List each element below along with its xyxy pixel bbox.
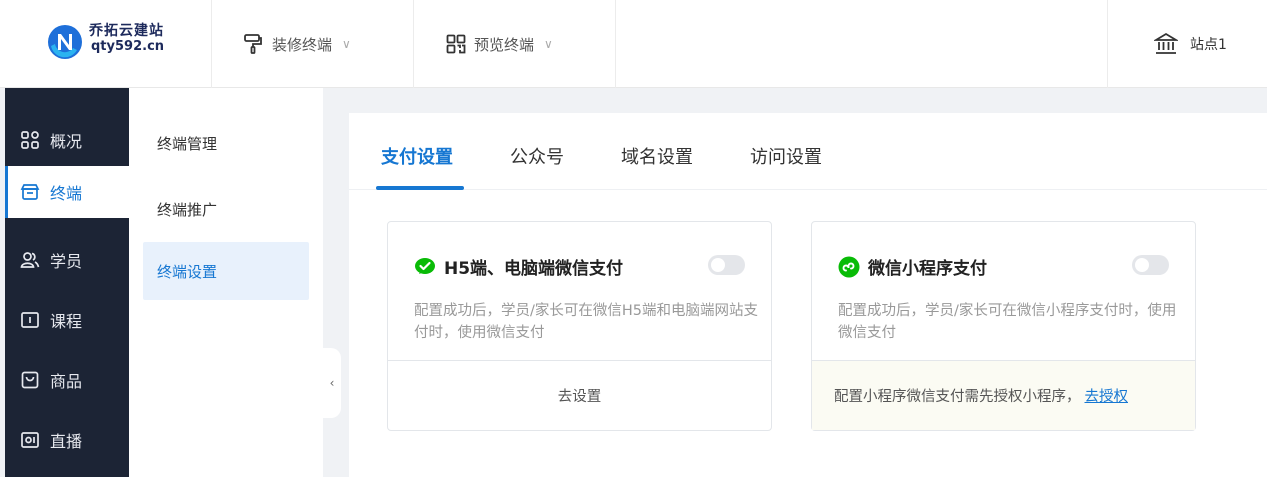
go-setup-button[interactable]: 去设置	[558, 385, 602, 406]
topnav-decorate-label: 装修终端	[272, 35, 333, 54]
brand-logo[interactable]: 乔拓云建站 qty592.cn	[0, 0, 212, 88]
subnav-item-terminal-promote[interactable]: 终端推广	[143, 180, 309, 238]
sub-sidebar: 终端管理 终端推广 终端设置	[129, 88, 323, 477]
topnav-decorate-terminal[interactable]: 装修终端 ∨	[212, 0, 414, 88]
authorize-link[interactable]: 去授权	[1085, 385, 1129, 406]
subnav-item-label: 终端推广	[157, 200, 218, 219]
h5-pay-toggle[interactable]	[708, 255, 745, 275]
miniprogram-pay-toggle[interactable]	[1132, 255, 1169, 275]
sidebar-item-label: 直播	[50, 432, 83, 451]
bank-icon	[1154, 32, 1178, 54]
brand-name: 乔拓云建站	[89, 23, 164, 39]
card-description: 配置成功后，学员/家长可在微信小程序支付时，使用微信支付	[838, 303, 1177, 341]
bag-icon	[21, 371, 39, 389]
card-title: H5端、电脑端微信支付	[414, 254, 623, 279]
miniprogram-icon	[838, 256, 860, 277]
sidebar-item-label: 终端	[50, 184, 83, 203]
card-title-text: H5端、电脑端微信支付	[444, 259, 624, 279]
miniprogram-pay-card: 微信小程序支付 配置成功后，学员/家长可在微信小程序支付时，使用微信支付 配置小…	[811, 221, 1196, 431]
brand-domain: qty592.cn	[91, 39, 165, 54]
h5-wechat-pay-card: H5端、电脑端微信支付 配置成功后，学员/家长可在微信H5端和电脑端网站支付时，…	[387, 221, 772, 431]
tab-official-account[interactable]: 公众号	[510, 143, 564, 169]
logo-icon	[48, 25, 82, 59]
settings-panel: 支付设置 公众号 域名设置 访问设置 H5端、电脑端微信支付 配置成功后，学员/…	[349, 113, 1267, 477]
grid-icon	[21, 131, 39, 149]
users-icon	[20, 252, 40, 268]
sidebar-item-label: 学员	[50, 252, 83, 271]
card-description: 配置成功后，学员/家长可在微信H5端和电脑端网站支付时，使用微信支付	[414, 303, 759, 341]
card-footer-notice: 配置小程序微信支付需先授权小程序， 去授权	[812, 360, 1195, 430]
sidebar-item-label: 概况	[50, 132, 83, 151]
sidebar-item-overview[interactable]: 概况	[5, 114, 129, 166]
settings-tabs: 支付设置 公众号 域名设置 访问设置	[349, 113, 1267, 190]
collapse-sidebar-button[interactable]: ‹	[323, 348, 341, 418]
top-bar: 乔拓云建站 qty592.cn 装修终端 ∨ 预览终端 ∨ 站点1	[0, 0, 1267, 88]
sidebar-item-courses[interactable]: 课程	[5, 294, 129, 346]
authorize-notice-text: 配置小程序微信支付需先授权小程序，	[834, 389, 1081, 405]
wechat-pay-icon	[415, 257, 435, 274]
paint-roller-icon	[244, 34, 262, 54]
site-label: 站点1	[1190, 37, 1227, 53]
tab-domain-settings[interactable]: 域名设置	[621, 143, 693, 169]
tab-access-settings[interactable]: 访问设置	[750, 143, 822, 169]
sidebar-item-products[interactable]: 商品	[5, 354, 129, 406]
card-footer: 去设置	[388, 360, 771, 430]
subnav-item-label: 终端设置	[157, 262, 218, 281]
video-icon	[21, 432, 39, 448]
sidebar-item-live[interactable]: 直播	[5, 414, 129, 466]
chevron-down-icon: ∨	[544, 37, 553, 51]
tab-payment-settings[interactable]: 支付设置	[381, 143, 453, 169]
store-icon	[20, 184, 40, 200]
qrcode-icon	[446, 34, 466, 54]
sidebar-item-students[interactable]: 学员	[5, 234, 129, 286]
main-sidebar: 概况 终端 学员 课程 商品 直播	[5, 88, 129, 477]
topnav-preview-label: 预览终端	[474, 35, 535, 54]
site-switcher[interactable]: 站点1	[1107, 0, 1267, 88]
card-title: 微信小程序支付	[838, 254, 987, 279]
active-tab-indicator	[376, 186, 464, 190]
chevron-down-icon: ∨	[342, 37, 351, 51]
subnav-item-terminal-settings[interactable]: 终端设置	[143, 242, 309, 300]
chevron-left-icon: ‹	[329, 376, 335, 390]
sidebar-item-label: 课程	[50, 312, 83, 331]
sidebar-item-label: 商品	[50, 372, 83, 391]
card-title-text: 微信小程序支付	[868, 259, 987, 279]
sidebar-item-terminal[interactable]: 终端	[5, 166, 129, 218]
subnav-item-label: 终端管理	[157, 134, 218, 153]
book-icon	[21, 312, 39, 328]
topnav-preview-terminal[interactable]: 预览终端 ∨	[414, 0, 616, 88]
subnav-item-terminal-manage[interactable]: 终端管理	[143, 114, 309, 172]
